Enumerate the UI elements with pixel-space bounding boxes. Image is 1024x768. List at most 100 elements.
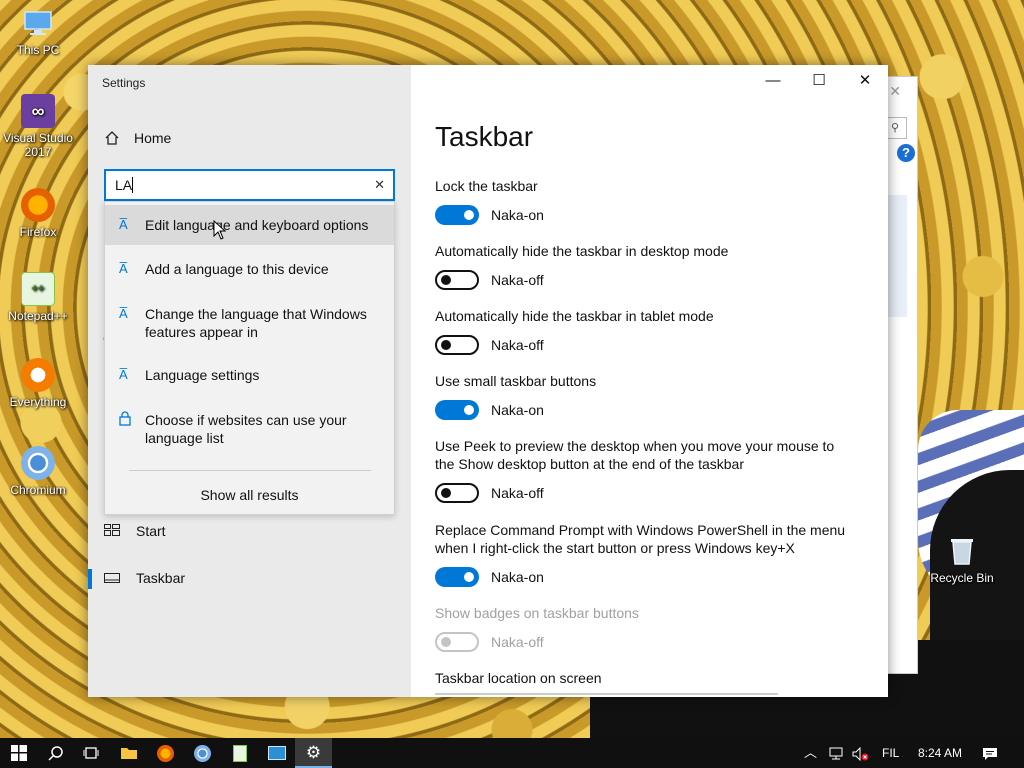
setting-label: Use small taskbar buttons (435, 373, 597, 389)
settings-content-pane: — ☐ ✕ Taskbar Lock the taskbar Naka-on A… (411, 65, 888, 697)
desktop-icon-label: Recycle Bin (930, 571, 994, 585)
firefox-taskbar-button[interactable] (147, 738, 184, 768)
toggle-switch[interactable] (435, 335, 479, 355)
search-result-label: Change the language that Windows feature… (145, 306, 367, 340)
setting-small-buttons: Use small taskbar buttons Naka-on (435, 372, 855, 420)
dropdown-divider (129, 470, 371, 471)
start-layout-icon (104, 523, 120, 539)
action-center-button[interactable] (982, 738, 998, 768)
settings-search-input[interactable]: LA ✕ (104, 169, 395, 201)
app-taskbar-button[interactable] (258, 738, 295, 768)
setting-label: Use Peek to preview the desktop when you… (435, 438, 835, 472)
maximize-button[interactable]: ☐ (796, 65, 842, 97)
clear-search-icon[interactable]: ✕ (374, 177, 385, 193)
desktop-icon-visual-studio[interactable]: ∞ Visual Studio 2017 (0, 94, 76, 159)
chromium-taskbar-button[interactable] (184, 738, 221, 768)
desktop-icon-label: Notepad++ (8, 309, 68, 323)
toggle-switch[interactable] (435, 205, 479, 225)
settings-taskbar-button[interactable]: ⚙ (295, 738, 332, 768)
nav-active-indicator (88, 569, 92, 589)
desktop-icon-recycle-bin[interactable]: Recycle Bin (924, 534, 1000, 585)
toggle-switch[interactable] (435, 567, 479, 587)
toggle-switch (435, 632, 479, 652)
search-result-item[interactable]: Choose if websites can use your language… (105, 400, 394, 450)
input-language-indicator[interactable]: FIL (882, 738, 899, 768)
search-result-label: Add a language to this device (145, 261, 329, 277)
setting-lock-taskbar: Lock the taskbar Naka-on (435, 177, 855, 225)
search-input-value: LA (115, 177, 133, 193)
setting-autohide-desktop: Automatically hide the taskbar in deskto… (435, 242, 855, 290)
nav-home-label: Home (134, 130, 172, 146)
setting-powershell: Replace Command Prompt with Windows Powe… (435, 521, 855, 587)
setting-label: Automatically hide the taskbar in deskto… (435, 243, 729, 259)
setting-label: Taskbar location on screen (435, 670, 602, 686)
desktop-icon-notepad-plus-plus[interactable]: ++ Notepad++ (0, 272, 76, 323)
computer-icon (21, 6, 55, 40)
network-icon[interactable] (829, 738, 845, 768)
search-result-label: Edit language and keyboard options (145, 217, 369, 233)
file-explorer-button[interactable] (110, 738, 147, 768)
window-app-icon (267, 746, 286, 760)
search-button[interactable] (37, 738, 74, 768)
show-all-results-button[interactable]: Show all results (105, 487, 394, 503)
nav-item-label: Taskbar (136, 570, 186, 586)
desktop-icon-chromium[interactable]: Chromium (0, 446, 76, 497)
language-icon: A̅ (119, 367, 128, 382)
firefox-icon (157, 744, 174, 762)
visual-studio-icon: ∞ (21, 94, 55, 128)
setting-label: Lock the taskbar (435, 178, 538, 194)
language-icon: A̅ (119, 306, 128, 321)
lock-icon (119, 411, 135, 431)
toggle-switch[interactable] (435, 270, 479, 290)
settings-nav-pane: Settings Home B C D L Start Taskbar LA (88, 65, 411, 697)
toggle-state: Naka-on (491, 207, 544, 223)
desktop-icon-this-pc[interactable]: This PC (0, 6, 76, 57)
gear-icon: ⚙ (305, 742, 322, 762)
desktop-icon-firefox[interactable]: Firefox (0, 188, 76, 239)
start-button[interactable] (0, 738, 37, 768)
toggle-switch[interactable] (435, 400, 479, 420)
nav-home[interactable]: Home (104, 130, 171, 146)
taskbar-icon (104, 571, 120, 586)
search-result-item[interactable]: A̅ Change the language that Windows feat… (105, 294, 394, 344)
search-result-item[interactable]: A̅ Add a language to this device (105, 249, 394, 289)
show-hidden-icons-button[interactable]: ︿ (804, 738, 817, 768)
notepad-taskbar-button[interactable] (221, 738, 258, 768)
toggle-state: Naka-off (491, 485, 544, 501)
desktop-icon-label: Chromium (10, 483, 66, 497)
clock[interactable]: 8:24 AM (918, 738, 962, 768)
language-icon: A̅ (119, 217, 128, 232)
nav-item-taskbar[interactable]: Taskbar (104, 570, 185, 586)
setting-taskbar-location: Taskbar location on screen (435, 669, 855, 687)
nav-item-label: Start (136, 523, 166, 539)
notepad-plus-plus-icon (232, 744, 247, 762)
setting-badges: Show badges on taskbar buttons Naka-off (435, 604, 855, 652)
settings-window: Settings Home B C D L Start Taskbar LA (88, 65, 888, 697)
toggle-state: Naka-off (491, 634, 544, 650)
toggle-state: Naka-on (491, 569, 544, 585)
everything-search-icon (21, 358, 55, 392)
search-result-item[interactable]: A̅ Edit language and keyboard options (105, 205, 394, 245)
close-icon[interactable]: ✕ (889, 83, 901, 100)
chromium-icon (194, 744, 211, 762)
setting-label: Show badges on taskbar buttons (435, 605, 639, 621)
desktop-icon-label: Firefox (19, 225, 57, 239)
desktop-icon-label: Everything (9, 395, 67, 409)
search-icon (47, 746, 63, 761)
close-button[interactable]: ✕ (842, 65, 888, 97)
task-view-icon (83, 747, 98, 759)
search-result-item[interactable]: A̅ Language settings (105, 355, 394, 395)
desktop-icon-everything[interactable]: Everything (0, 358, 76, 409)
help-icon[interactable]: ? (897, 144, 915, 162)
firefox-icon (21, 188, 55, 222)
toggle-switch[interactable] (435, 483, 479, 503)
notepad-plus-plus-icon: ++ (21, 272, 55, 306)
nav-item-start[interactable]: Start (104, 523, 166, 539)
volume-muted-icon[interactable] (852, 738, 870, 768)
minimize-button[interactable]: — (750, 65, 796, 97)
setting-autohide-tablet: Automatically hide the taskbar in tablet… (435, 307, 855, 355)
task-view-button[interactable] (72, 738, 109, 768)
taskbar-location-dropdown[interactable] (435, 693, 778, 697)
desktop-icon-label: Visual Studio 2017 (3, 131, 73, 159)
windows-logo-icon (10, 745, 27, 761)
